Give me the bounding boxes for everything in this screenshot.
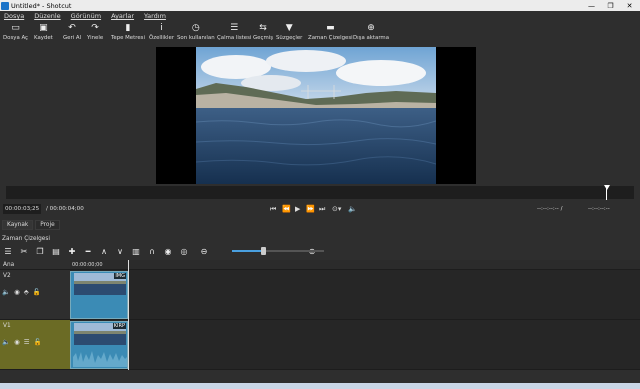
menu-help[interactable]: Yardım <box>144 12 166 20</box>
menu-edit[interactable]: Düzenle <box>34 12 60 20</box>
tab-source[interactable]: Kaynak <box>2 220 34 230</box>
mute-icon[interactable]: 🔈 <box>2 338 10 346</box>
app-icon <box>1 1 9 10</box>
fast-forward-button[interactable]: ⏩ <box>306 205 315 213</box>
properties-button[interactable]: i Özellikler <box>149 22 174 44</box>
overwrite-icon[interactable]: ∨ <box>112 247 128 256</box>
undo-icon: ↶ <box>68 23 76 33</box>
menu-file[interactable]: Dosya <box>4 12 24 20</box>
out-point-timecode: --:--:--:-- <box>588 206 610 212</box>
menu-view[interactable]: Görünüm <box>71 12 101 20</box>
ripple-icon[interactable]: ◎ <box>176 247 192 256</box>
timeline-menu-icon[interactable]: ☰ <box>0 247 16 256</box>
timeline-icon: ▬ <box>326 23 335 33</box>
peak-meter-icon: ▮ <box>125 23 131 33</box>
playlist-icon: ☰ <box>230 23 239 33</box>
zoom-viewer-button[interactable]: ⊙▾ <box>332 205 341 213</box>
paste-icon[interactable]: ▤ <box>48 247 64 256</box>
minimize-button[interactable]: — <box>582 0 601 11</box>
rewind-button[interactable]: ⏪ <box>282 205 291 213</box>
zoom-slider-handle[interactable] <box>261 247 266 255</box>
split-icon[interactable]: ▥ <box>128 247 144 256</box>
video-viewer[interactable] <box>156 47 476 184</box>
layers-icon[interactable]: ☰ <box>24 338 30 346</box>
playhead-handle[interactable] <box>604 185 610 190</box>
redo-button[interactable]: ↷ Yinele <box>87 22 103 44</box>
master-track-header[interactable]: Ana <box>0 260 70 270</box>
clock-icon: ◷ <box>191 23 200 33</box>
remove-icon[interactable]: ━ <box>80 247 96 256</box>
cut-icon[interactable]: ✂ <box>16 247 32 256</box>
in-point-timecode: --:--:--:-- / <box>537 206 563 212</box>
info-icon: i <box>160 23 163 33</box>
eye-icon[interactable]: ◉ <box>14 338 20 346</box>
zoom-out-icon[interactable]: ⊖ <box>196 247 212 256</box>
open-file-button[interactable]: ▭ Dosya Aç <box>3 22 28 44</box>
recent-button[interactable]: ◷ Son kullanılan <box>177 22 215 44</box>
filter-icon: ▼ <box>285 23 293 33</box>
skip-end-button[interactable]: ⏭ <box>319 205 325 213</box>
lift-icon[interactable]: ∧ <box>96 247 112 256</box>
save-icon: ▣ <box>39 23 48 33</box>
track-header-v2[interactable]: V2 🔈 ◉ ⬘ 🔓 <box>0 270 70 320</box>
clip-v2[interactable]: IMG <box>70 271 128 319</box>
history-icon: ⇆ <box>259 23 267 33</box>
playhead-line <box>606 188 607 200</box>
peak-meter-button[interactable]: ▮ Tepe Metresi <box>111 22 145 44</box>
volume-icon[interactable]: 🔈 <box>348 205 357 213</box>
filters-button[interactable]: ▼ Süzgeçler <box>276 22 302 44</box>
timeline-playhead[interactable] <box>128 260 129 370</box>
scrub-bar[interactable] <box>6 186 634 199</box>
menu-settings[interactable]: Ayarlar <box>111 12 134 20</box>
clip-v1[interactable]: KIRP <box>70 321 128 369</box>
menu-bar: Dosya Düzenle Görünüm Ayarlar Yardım <box>0 11 640 21</box>
save-button[interactable]: ▣ Kaydet <box>34 22 53 44</box>
lock-icon[interactable]: 🔓 <box>33 288 41 296</box>
zoom-slider-fill <box>232 250 264 252</box>
video-frame <box>196 47 436 184</box>
copy-icon[interactable]: ❐ <box>32 247 48 256</box>
tab-project[interactable]: Proje <box>35 220 60 230</box>
clip-label: KIRP <box>112 323 126 329</box>
position-timecode[interactable]: 00:00:03;25 <box>3 204 42 214</box>
timeline-panel-title: Zaman Çizelgesi <box>2 236 50 242</box>
playlist-button[interactable]: ☰ Çalma listesi <box>217 22 251 44</box>
transport-bar: 00:00:03;25 / 00:00:04;00 ⏮ ⏪ ▶ ⏩ ⏭ ⊙▾ 🔈… <box>0 202 640 216</box>
window-title: Untitled* - Shotcut <box>11 1 72 10</box>
main-toolbar: ▭ Dosya Aç ▣ Kaydet ↶ Geri Al ↷ Yinele ▮… <box>0 22 640 44</box>
timeline-ruler[interactable]: 00:00:00;00 <box>70 260 640 270</box>
redo-icon: ↷ <box>91 23 99 33</box>
timeline-button[interactable]: ▬ Zaman Çizelgesi <box>308 22 353 44</box>
play-button[interactable]: ▶ <box>295 205 300 213</box>
track-lane-v1[interactable] <box>70 320 640 370</box>
audio-waveform <box>73 351 127 367</box>
track-header-v1[interactable]: V1 🔈 ◉ ☰ 🔓 <box>0 320 70 370</box>
append-icon[interactable]: ✚ <box>64 247 80 256</box>
skip-start-button[interactable]: ⏮ <box>270 205 276 213</box>
undo-button[interactable]: ↶ Geri Al <box>63 22 81 44</box>
track-name-v1: V1 <box>3 323 11 329</box>
scrub-icon[interactable]: ◉ <box>160 247 176 256</box>
ruler-timecode: 00:00:00;00 <box>72 262 103 268</box>
snap-icon[interactable]: ∩ <box>144 247 160 256</box>
track-name-v2: V2 <box>3 273 11 279</box>
clip-label: IMG <box>114 273 126 279</box>
eye-icon[interactable]: ◉ <box>14 288 20 296</box>
history-button[interactable]: ⇆ Geçmiş <box>253 22 273 44</box>
close-button[interactable]: ✕ <box>620 0 639 11</box>
lock-icon[interactable]: 🔓 <box>34 338 42 346</box>
mute-icon[interactable]: 🔈 <box>2 288 10 296</box>
export-icon: ⊕ <box>367 23 375 33</box>
duration-timecode: / 00:00:04;00 <box>46 206 84 212</box>
track-lane-v2[interactable] <box>70 270 640 320</box>
folder-open-icon: ▭ <box>11 23 20 33</box>
export-button[interactable]: ⊕ Dışa aktarma <box>353 22 389 44</box>
master-track-label: Ana <box>3 262 15 268</box>
viewer-tabs: Kaynak Proje <box>0 219 640 231</box>
maximize-button[interactable]: ❐ <box>601 0 620 11</box>
taskbar <box>0 383 640 389</box>
composite-icon[interactable]: ⬘ <box>24 288 29 296</box>
title-bar: Untitled* - Shotcut <box>0 0 640 11</box>
